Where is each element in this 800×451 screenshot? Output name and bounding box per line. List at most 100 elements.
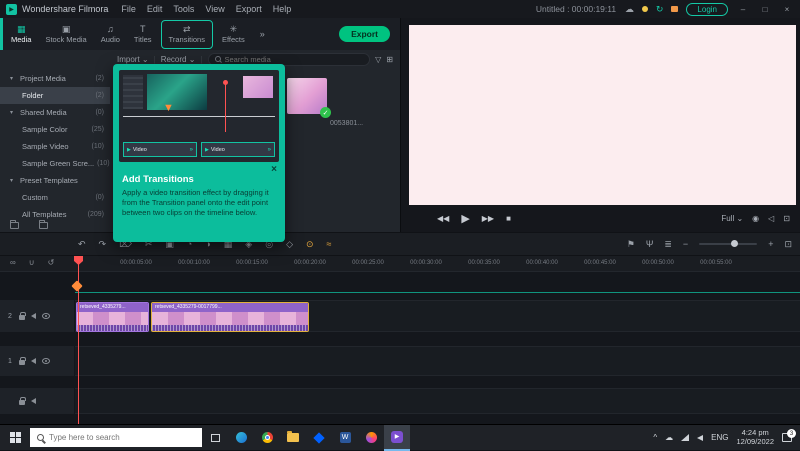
caret-icon[interactable]: ▾ — [10, 75, 17, 82]
dropbox-taskbar-button[interactable] — [306, 425, 332, 451]
media-search-input[interactable] — [224, 54, 364, 64]
caret-icon[interactable]: ▾ — [10, 109, 17, 116]
word-taskbar-button[interactable]: W — [332, 425, 358, 451]
menu-export[interactable]: Export — [236, 4, 262, 14]
edge-taskbar-button[interactable] — [228, 425, 254, 451]
volume-icon[interactable]: ◁ — [768, 214, 774, 223]
grid-view-icon[interactable]: ⊞ — [386, 55, 393, 64]
zoom-slider-knob[interactable] — [731, 240, 739, 247]
previous-frame-button[interactable]: ◀◀ — [437, 214, 449, 223]
filter-icon[interactable]: ▽ — [375, 55, 381, 64]
tab-effects[interactable]: ✳ Effects — [215, 18, 252, 50]
zoom-out-icon[interactable]: − — [683, 239, 688, 249]
track-lane[interactable]: retseved_4335279... retseved_4335279-001… — [75, 300, 800, 332]
sync-icon[interactable]: ↻ — [656, 4, 664, 15]
lock-icon[interactable] — [19, 356, 26, 365]
undo-icon[interactable]: ↶ — [78, 239, 86, 250]
minimize-button[interactable]: – — [736, 5, 750, 14]
caret-icon[interactable]: ▾ — [10, 177, 17, 184]
language-indicator[interactable]: ENG — [711, 433, 728, 442]
marker-icon[interactable]: ⚑ — [627, 239, 635, 250]
sidebar-item-sample-color[interactable]: Sample Color (25) — [0, 121, 110, 138]
hide-track-icon[interactable] — [42, 313, 50, 319]
tips-bulb-icon[interactable] — [641, 6, 648, 12]
sidebar-item-sample-green-screen[interactable]: Sample Green Scre... (10) — [0, 155, 110, 172]
tab-stock-media[interactable]: ▣ Stock Media — [38, 18, 93, 50]
lock-icon[interactable] — [19, 396, 26, 405]
audio-denoise-icon[interactable]: ≈ — [327, 239, 332, 250]
snapshot-icon[interactable]: ◉ — [752, 214, 759, 223]
start-button[interactable] — [0, 425, 30, 451]
tooltip-close-icon[interactable]: × — [271, 164, 277, 175]
volume-icon[interactable] — [697, 434, 704, 441]
timeline-clip-1[interactable]: retseved_4335279... — [76, 302, 149, 332]
stop-button[interactable]: ■ — [506, 214, 511, 223]
export-button[interactable]: Export — [339, 26, 390, 42]
tab-media[interactable]: ▦ Media — [4, 18, 38, 50]
network-icon[interactable] — [681, 434, 690, 441]
mute-icon[interactable] — [31, 358, 36, 364]
sidebar-item-all-templates[interactable]: All Templates (209) — [0, 206, 110, 223]
media-thumbnail[interactable]: ✓ — [287, 78, 331, 118]
store-cart-icon[interactable] — [671, 6, 679, 12]
import-dropdown[interactable]: Import ⌄ — [117, 55, 149, 64]
sidebar-item-sample-video[interactable]: Sample Video (10) — [0, 138, 110, 155]
task-view-button[interactable] — [202, 425, 228, 451]
filmora-taskbar-button[interactable]: ▶ — [384, 424, 410, 451]
sidebar-item-preset-templates[interactable]: ▾ Preset Templates — [0, 172, 110, 189]
link-icon[interactable]: ∞ — [10, 258, 16, 267]
timeline-ruler[interactable]: 00:00:05:00 00:00:10:00 00:00:15:00 00:0… — [0, 256, 800, 272]
menu-tools[interactable]: Tools — [173, 4, 194, 14]
track-header[interactable]: 2 — [0, 300, 75, 332]
login-button[interactable]: Login — [686, 2, 728, 16]
menu-file[interactable]: File — [121, 4, 136, 14]
playhead[interactable] — [71, 256, 83, 424]
track-lane[interactable] — [75, 388, 800, 414]
audio-stretch-icon[interactable]: ⊙ — [306, 239, 314, 250]
menu-help[interactable]: Help — [273, 4, 292, 14]
sidebar-item-folder[interactable]: Folder (2) — [0, 87, 110, 104]
timeline-clip-2-selected[interactable]: retseved_4335279-0017799... — [151, 302, 309, 332]
mute-icon[interactable] — [31, 313, 36, 319]
sidebar-item-shared-media[interactable]: ▾ Shared Media (0) — [0, 104, 110, 121]
more-tabs-chevron-icon[interactable]: » — [260, 29, 265, 39]
onedrive-cloud-icon[interactable]: ☁ — [665, 433, 673, 442]
zoom-in-icon[interactable]: + — [768, 239, 773, 249]
fullscreen-icon[interactable]: ⊡ — [783, 214, 790, 223]
snap-icon[interactable]: ↺ — [48, 258, 55, 267]
chrome-taskbar-button[interactable] — [254, 425, 280, 451]
track-header[interactable]: 1 — [0, 346, 75, 376]
tab-titles[interactable]: T Titles — [127, 18, 159, 50]
zoom-fit-icon[interactable]: ⊡ — [784, 239, 792, 250]
tray-chevron-icon[interactable]: ^ — [653, 433, 657, 442]
fit-dropdown[interactable]: Full ⌄ — [721, 214, 743, 223]
track-header[interactable] — [0, 388, 75, 414]
taskbar-clock[interactable]: 4:24 pm 12/09/2022 — [736, 428, 774, 446]
hide-track-icon[interactable] — [42, 358, 50, 364]
taskbar-search-input[interactable] — [49, 433, 195, 442]
notification-center-icon[interactable]: 3 — [782, 429, 796, 442]
magnet-icon[interactable]: ∪ — [29, 258, 35, 267]
redo-icon[interactable]: ↷ — [99, 239, 107, 250]
mixer-icon[interactable]: ≣ — [664, 239, 672, 250]
delete-folder-icon[interactable] — [39, 220, 48, 229]
menu-edit[interactable]: Edit — [147, 4, 163, 14]
new-folder-icon[interactable] — [10, 220, 19, 229]
mute-icon[interactable] — [31, 398, 36, 404]
menu-view[interactable]: View — [205, 4, 224, 14]
tab-transitions[interactable]: ⇄ Transitions — [160, 19, 213, 49]
tab-audio[interactable]: ♫ Audio — [94, 18, 127, 50]
close-button[interactable]: × — [780, 5, 794, 14]
next-frame-button[interactable]: ▶▶ — [482, 214, 494, 223]
play-button[interactable]: ▶ — [461, 212, 469, 225]
keyframe-icon[interactable]: ◇ — [286, 239, 293, 250]
record-dropdown[interactable]: Record ⌄ — [161, 55, 196, 64]
lock-icon[interactable] — [19, 311, 26, 320]
track-lane[interactable] — [75, 346, 800, 376]
voiceover-icon[interactable]: Ψ — [646, 239, 654, 249]
zoom-slider[interactable] — [699, 240, 758, 247]
taskbar-search-box[interactable] — [30, 428, 202, 447]
sidebar-item-custom[interactable]: Custom (0) — [0, 189, 110, 206]
browser-taskbar-button[interactable] — [358, 425, 384, 451]
explorer-taskbar-button[interactable] — [280, 425, 306, 451]
